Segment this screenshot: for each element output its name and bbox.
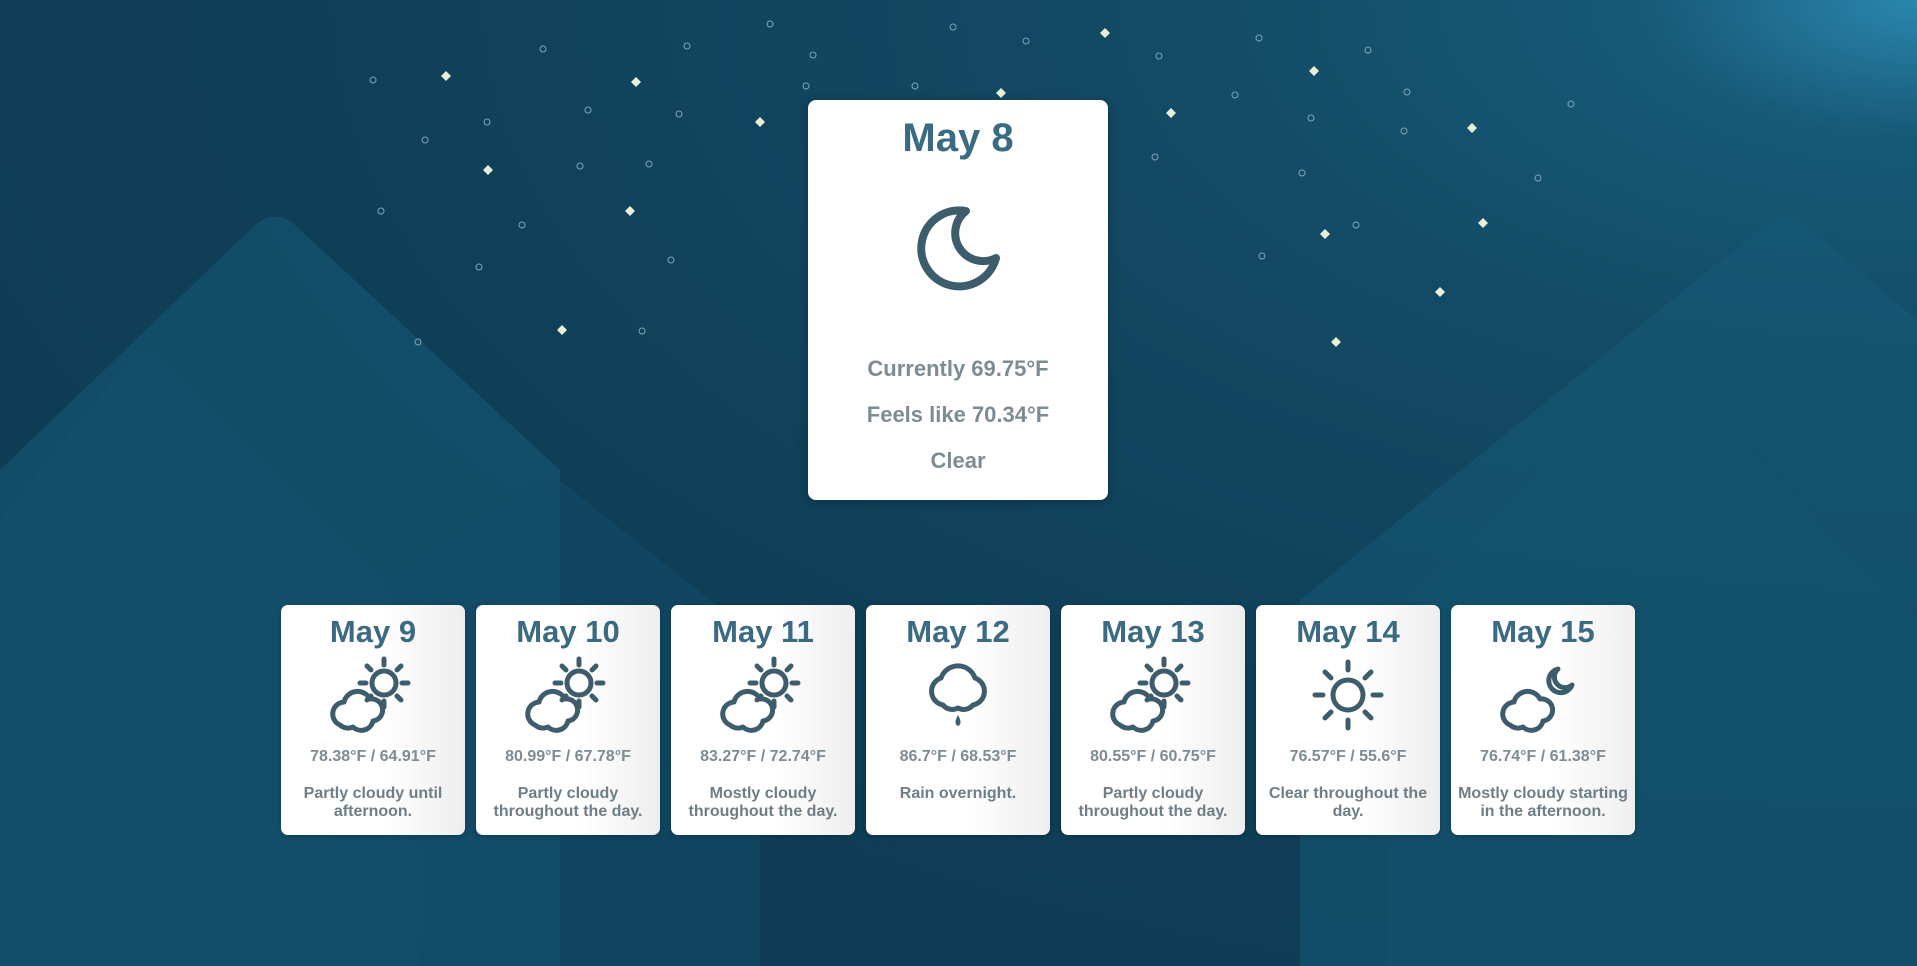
mountains-left: [0, 216, 760, 966]
forecast-date: May 13: [1101, 614, 1205, 649]
partly-cloudy-day-icon: [525, 656, 606, 733]
forecast-summary: Clear throughout the day.: [1268, 785, 1428, 820]
forecast-date: May 15: [1491, 614, 1595, 649]
feels-like-temperature: Feels like 70.34°F: [866, 402, 1050, 427]
forecast-date: May 11: [712, 614, 814, 649]
forecast-temperatures: 83.27°F / 72.74°F: [700, 748, 826, 765]
forecast-date: May 10: [516, 614, 620, 649]
forecast-date: May 12: [906, 614, 1010, 649]
partly-cloudy-day-icon: [1110, 656, 1191, 733]
forecast-summary: Rain overnight.: [899, 785, 1017, 802]
forecast-card: May 10 80.99°F / 67.78°F Partly cloudy t…: [476, 605, 660, 835]
forecast-temperatures: 86.7°F / 68.53°F: [899, 748, 1017, 765]
current-summary: Clear: [930, 448, 986, 473]
current-weather-card: May 8 Currently 69.75°F Feels like 70.34…: [808, 100, 1108, 500]
forecast-summary: Partly cloudy until afternoon.: [303, 785, 443, 820]
forecast-temperatures: 80.55°F / 60.75°F: [1090, 748, 1216, 765]
forecast-card: May 11 83.27°F / 72.74°F Mostly cloudy t…: [671, 605, 855, 835]
forecast-card: May 13 80.55°F / 60.75°F Partly cloudy t…: [1061, 605, 1245, 835]
partly-cloudy-day-icon: [330, 656, 411, 733]
forecast-date: May 14: [1296, 614, 1400, 649]
current-temperature: Currently 69.75°F: [867, 356, 1049, 381]
forecast-row: May 9 78.38°F / 64.91°F Partly cloudy un…: [281, 605, 1635, 835]
forecast-summary: Partly cloudy throughout the day.: [1078, 785, 1228, 820]
rain-icon: [929, 663, 987, 726]
forecast-card: May 15 76.74°F / 61.38°F Mostly cloudy s…: [1451, 605, 1635, 835]
partly-cloudy-day-icon: [720, 656, 801, 733]
forecast-card: May 14 76.57°F / 55.6°F Clear throughout…: [1256, 605, 1440, 835]
forecast-summary: Mostly cloudy starting in the afternoon.: [1458, 785, 1628, 820]
forecast-temperatures: 78.38°F / 64.91°F: [310, 748, 436, 765]
forecast-temperatures: 80.99°F / 67.78°F: [505, 748, 631, 765]
forecast-temperatures: 76.57°F / 55.6°F: [1289, 748, 1407, 765]
moon-icon: [917, 206, 1000, 291]
forecast-temperatures: 76.74°F / 61.38°F: [1480, 748, 1606, 765]
forecast-card: May 9 78.38°F / 64.91°F Partly cloudy un…: [281, 605, 465, 835]
mountains-right: [1300, 216, 1917, 966]
forecast-summary: Mostly cloudy throughout the day.: [688, 785, 838, 820]
forecast-summary: Partly cloudy throughout the day.: [493, 785, 643, 820]
forecast-date: May 9: [329, 614, 417, 649]
forecast-card: May 12 86.7°F / 68.53°F Rain overnight.: [866, 605, 1050, 835]
today-date: May 8: [902, 116, 1014, 160]
clear-day-icon: [1312, 659, 1384, 731]
partly-cloudy-night-icon: [1500, 666, 1575, 733]
